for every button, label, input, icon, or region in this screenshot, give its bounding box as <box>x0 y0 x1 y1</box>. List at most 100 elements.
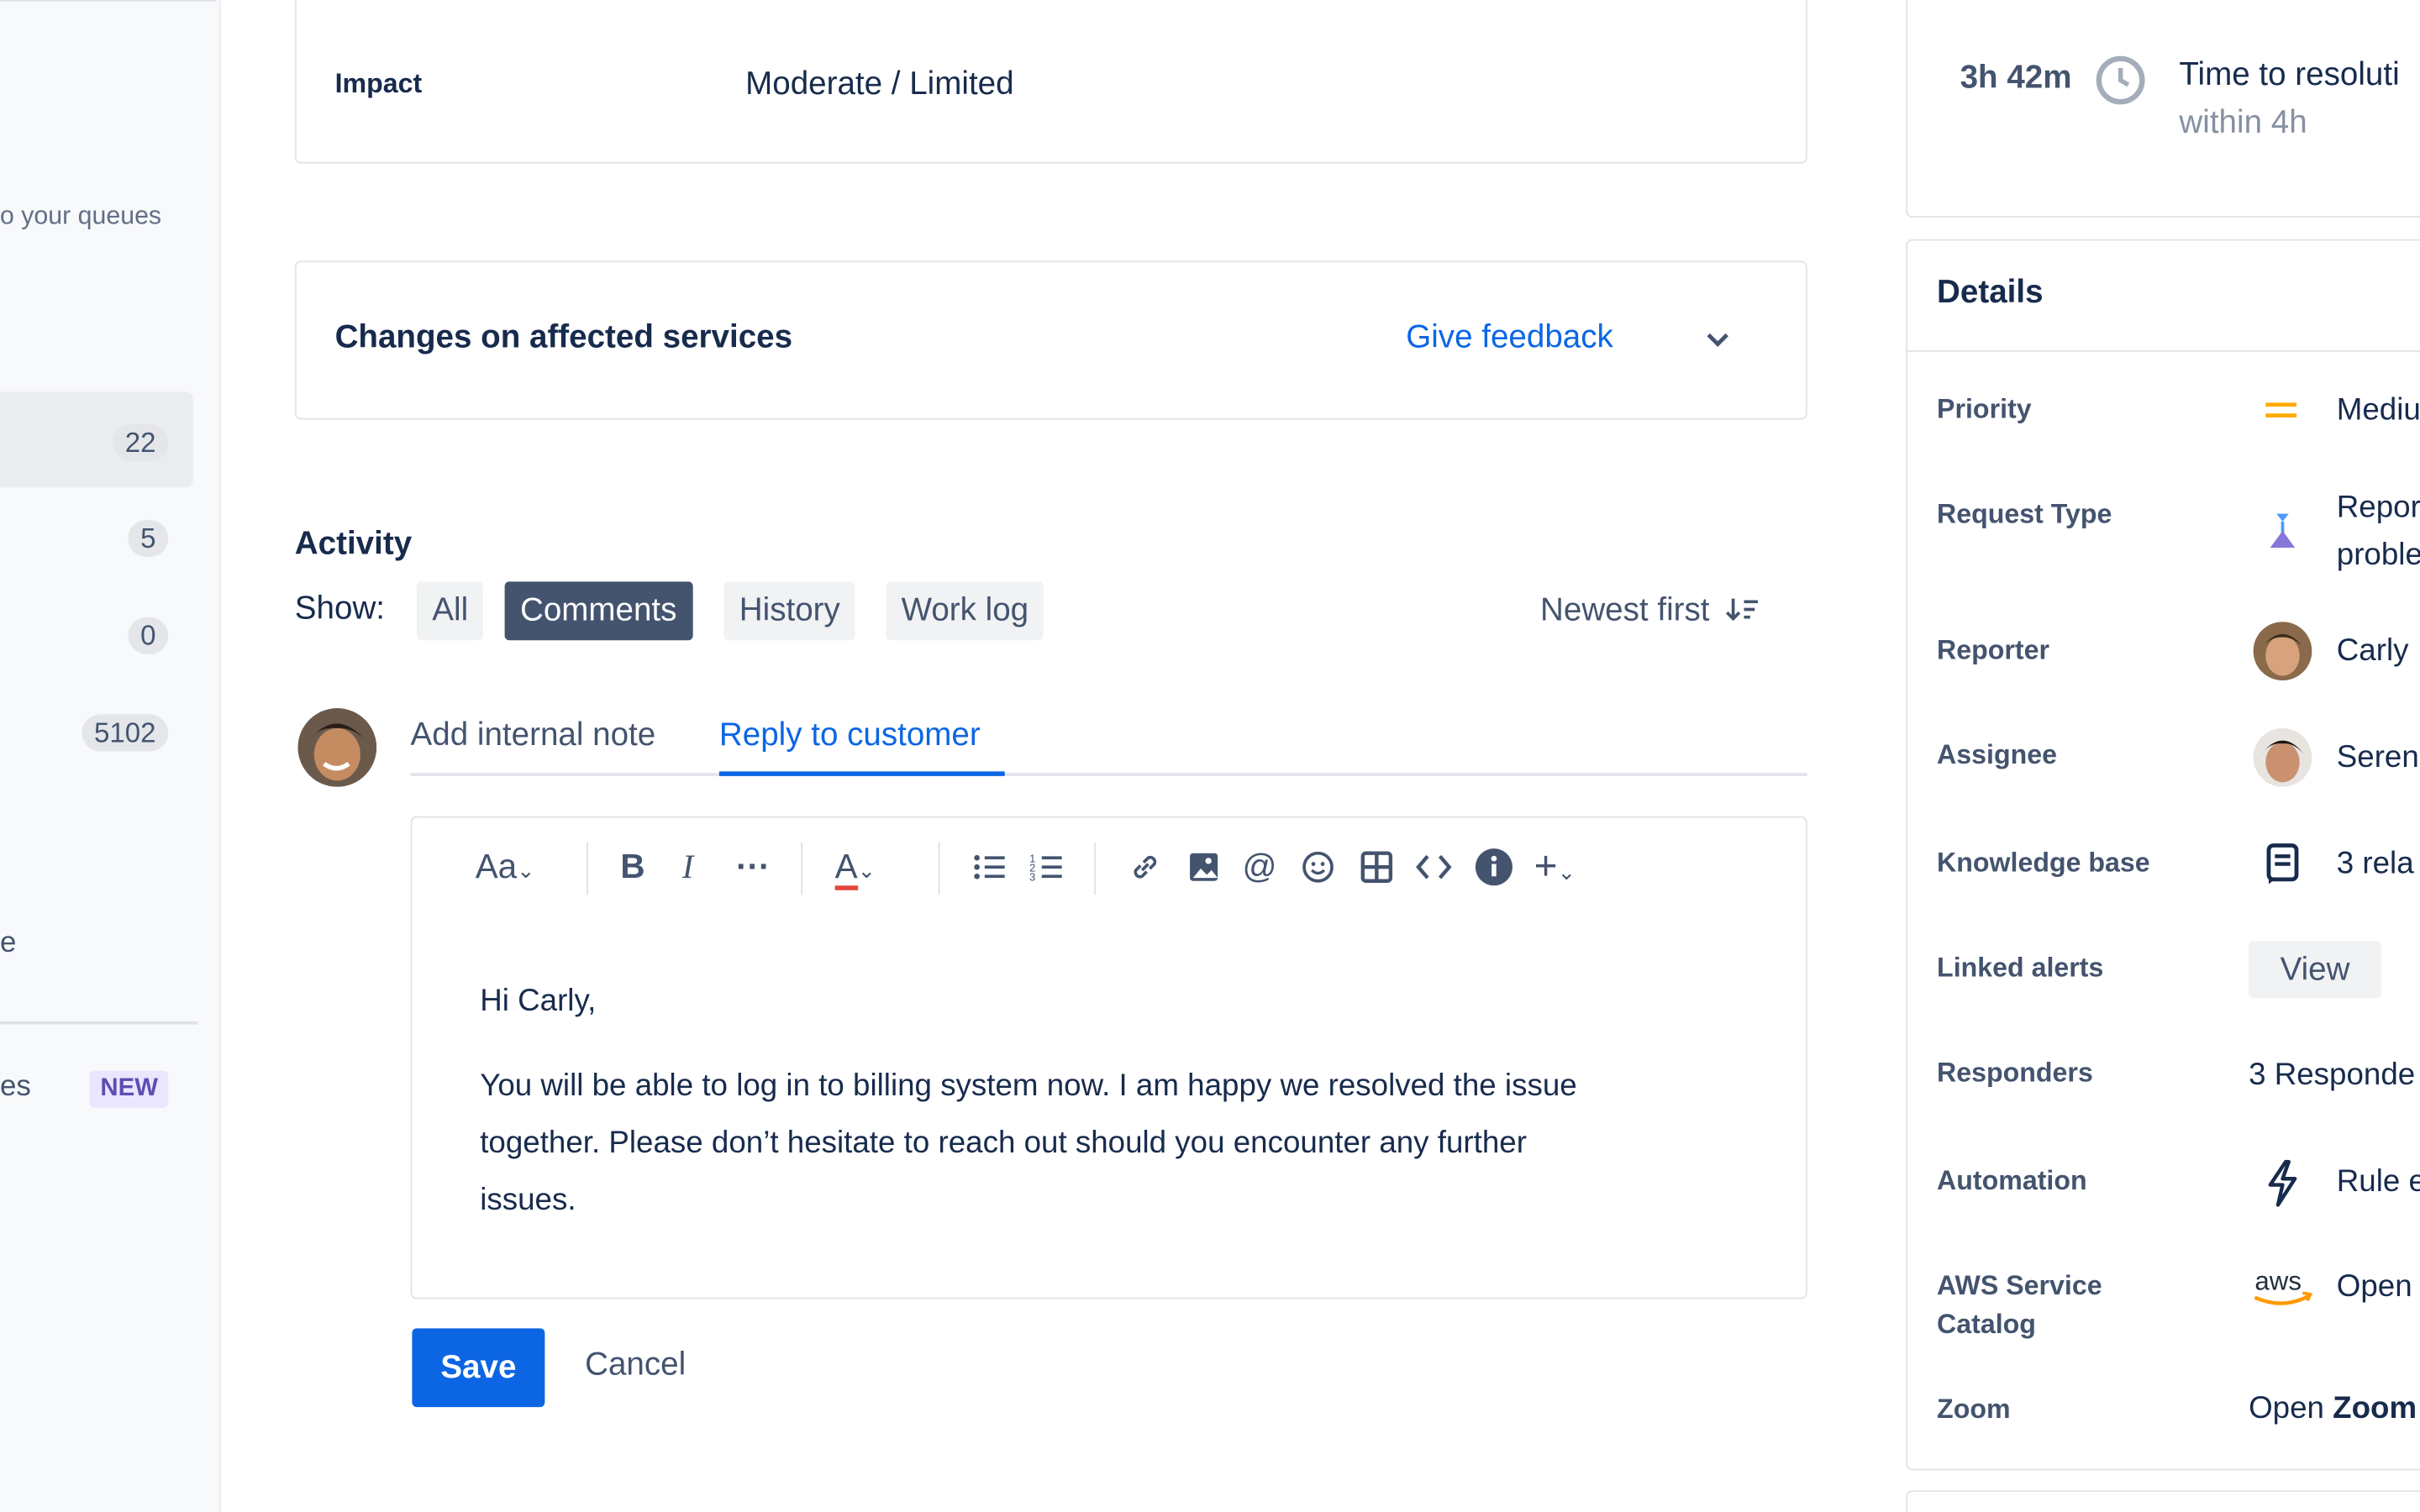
priority-label: Priority <box>1937 393 2032 425</box>
impact-card <box>294 0 1807 164</box>
count-badge: 5 <box>128 519 169 558</box>
aws-service-catalog-label-line2: Catalog <box>1937 1308 2036 1340</box>
tab-reply-to-customer[interactable]: Reply to customer <box>719 717 981 754</box>
bold-icon[interactable]: B <box>620 847 644 887</box>
filter-all[interactable]: All <box>416 581 484 641</box>
filter-comments[interactable]: Comments <box>504 581 692 641</box>
zoom-value[interactable]: Open Zoom <box>2249 1392 2417 1427</box>
changes-title: Changes on affected services <box>334 319 793 355</box>
sla-card <box>1906 0 2420 218</box>
comment-editor[interactable] <box>410 816 1807 1299</box>
table-icon[interactable] <box>1360 850 1393 884</box>
aws-service-catalog-value[interactable]: Open <box>2337 1270 2412 1305</box>
count-badge: 5102 <box>82 714 169 752</box>
numbered-list-icon[interactable]: 123 <box>1029 852 1063 883</box>
linked-alerts-label: Linked alerts <box>1937 952 2104 983</box>
knowledge-base-label: Knowledge base <box>1937 847 2150 879</box>
reply-line[interactable]: together. Please don’t hesitate to reach… <box>480 1126 1527 1162</box>
priority-value[interactable]: Mediu <box>2337 393 2420 428</box>
code-icon[interactable] <box>1415 850 1452 884</box>
assignee-value[interactable]: Seren <box>2337 741 2419 776</box>
activity-title: Activity <box>294 526 413 562</box>
sort-button[interactable]: Newest first <box>1540 592 1759 629</box>
sidebar-item[interactable]: es <box>0 1071 31 1105</box>
bullet-list-icon[interactable] <box>972 852 1006 883</box>
divider <box>938 842 940 895</box>
svg-text:3: 3 <box>1029 871 1035 883</box>
info-panel-icon[interactable] <box>1474 847 1514 887</box>
sort-label: Newest first <box>1540 592 1710 628</box>
give-feedback-link[interactable]: Give feedback <box>1406 319 1613 356</box>
zoom-label: Zoom <box>1937 1393 2011 1425</box>
zoom-open-text: Open <box>2249 1391 2333 1426</box>
text-style-label: Aa <box>475 847 518 886</box>
impact-label: Impact <box>334 67 423 99</box>
divider <box>0 1021 198 1025</box>
details-title: Details <box>1937 274 2044 311</box>
divider <box>586 842 588 895</box>
reply-line[interactable]: You will be able to log in to billing sy… <box>480 1069 1576 1105</box>
link-icon[interactable] <box>1128 850 1162 884</box>
aws-service-catalog-label: AWS Service <box>1937 1269 2102 1301</box>
priority-medium-icon <box>2265 402 2297 418</box>
chevron-down-icon: ⌄ <box>517 858 535 883</box>
sidebar-item[interactable]: e <box>0 927 16 961</box>
reply-line[interactable]: issues. <box>480 1184 576 1219</box>
more-formatting-icon[interactable]: ··· <box>736 847 770 887</box>
tab-divider <box>410 773 1807 776</box>
app: o your queues 22 5 0 5102 e es NEW Impac… <box>0 0 2420 1512</box>
text-style-dropdown[interactable]: Aa⌄ <box>476 847 535 887</box>
reporter-label: Reporter <box>1937 633 2050 665</box>
active-tab-indicator <box>718 771 1005 776</box>
responders-value[interactable]: 3 Responde <box>2249 1058 2415 1094</box>
avatar <box>297 708 377 787</box>
divider <box>0 0 217 2</box>
insert-more-icon[interactable]: +⌄ <box>1534 843 1576 890</box>
chevron-down-icon[interactable] <box>1704 328 1732 350</box>
request-type-label: Request Type <box>1937 498 2112 529</box>
sla-target: within 4h <box>2179 104 2307 141</box>
divider <box>801 842 803 895</box>
divider <box>1907 349 2420 352</box>
divider <box>1094 842 1097 895</box>
cancel-button[interactable]: Cancel <box>585 1347 686 1383</box>
assignee-label: Assignee <box>1937 738 2057 770</box>
sidebar: o your queues 22 5 0 5102 e es NEW <box>0 0 221 1512</box>
automation-value[interactable]: Rule e <box>2337 1165 2420 1200</box>
aws-logo: aws <box>2254 1266 2313 1305</box>
new-badge: NEW <box>89 1070 169 1108</box>
tab-add-internal-note[interactable]: Add internal note <box>411 717 656 754</box>
sla-time: 3h 42m <box>1960 60 2072 96</box>
filter-history[interactable]: History <box>723 581 856 641</box>
clock-icon <box>2096 55 2145 105</box>
avatar <box>2253 622 2312 680</box>
automation-label: Automation <box>1937 1164 2087 1196</box>
reply-greeting[interactable]: Hi Carly, <box>480 984 596 1020</box>
avatar <box>2253 727 2312 787</box>
count-badge: 0 <box>128 617 169 654</box>
text-color-icon[interactable]: A⌄ <box>834 847 876 890</box>
italic-icon[interactable]: I <box>682 847 693 887</box>
request-type-icon <box>2270 513 2296 549</box>
impact-value: Moderate / Limited <box>745 66 1014 102</box>
save-button[interactable]: Save <box>412 1328 545 1408</box>
svg-text:aws: aws <box>2254 1266 2302 1295</box>
next-card <box>1906 1490 2420 1512</box>
view-linked-alerts-button[interactable]: View <box>2249 941 2382 999</box>
knowledge-base-icon <box>2266 843 2299 885</box>
image-icon[interactable] <box>1186 850 1220 884</box>
zoom-brand-text: Zoom <box>2333 1391 2417 1426</box>
emoji-icon[interactable] <box>1301 850 1334 884</box>
sort-icon <box>1725 598 1758 622</box>
reporter-value[interactable]: Carly <box>2337 634 2409 669</box>
knowledge-base-value[interactable]: 3 rela <box>2337 847 2414 882</box>
request-type-value-line2[interactable]: proble <box>2337 538 2420 574</box>
lightning-icon <box>2268 1159 2297 1207</box>
sla-title: Time to resoluti <box>2179 56 2400 93</box>
show-label: Show: <box>294 591 386 627</box>
responders-label: Responders <box>1937 1057 2093 1088</box>
request-type-value[interactable]: Repor <box>2337 491 2420 526</box>
filter-work-log[interactable]: Work log <box>886 581 1044 641</box>
count-badge: 22 <box>113 424 169 462</box>
mention-icon[interactable]: @ <box>1243 847 1277 887</box>
